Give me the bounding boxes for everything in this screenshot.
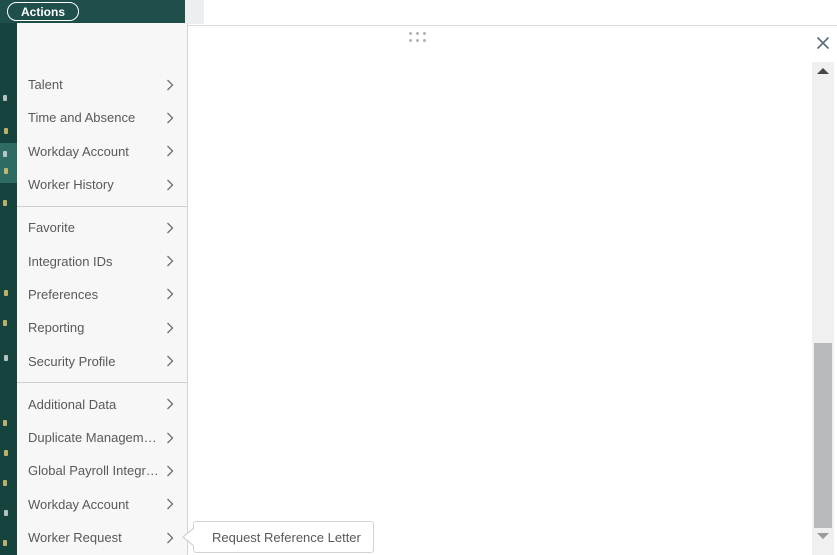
- sidebar-edge-fragment: [3, 320, 7, 326]
- menu-item-label: Integration IDs: [28, 253, 113, 269]
- worker-request-submenu: Request Reference Letter: [182, 521, 374, 553]
- sidebar-edge-fragment: [4, 355, 8, 361]
- close-button[interactable]: [812, 32, 834, 54]
- menu-item-label: Global Payroll Integrati…: [28, 463, 160, 479]
- menu-item-label: Worker History: [28, 177, 114, 193]
- menu-item-worker-history[interactable]: Worker History: [17, 168, 187, 201]
- menu-item-label: Worker Request: [28, 530, 122, 545]
- chevron-right-icon: [166, 498, 174, 510]
- sidebar-highlighted-item: [0, 143, 17, 183]
- top-header-bar: Actions: [0, 0, 185, 23]
- menu-item-workday-account[interactable]: Workday Account: [17, 135, 187, 168]
- scrollbar-thumb[interactable]: [814, 343, 832, 528]
- chevron-right-icon: [166, 432, 174, 444]
- menu-item-label: Duplicate Management: [28, 430, 160, 446]
- menu-item-duplicate-management[interactable]: Duplicate Management: [17, 421, 187, 454]
- drag-handle-icon[interactable]: [409, 32, 426, 42]
- menu-divider: [17, 382, 187, 384]
- sidebar-edge-fragment: [3, 95, 7, 101]
- modal-top-border: [185, 25, 837, 26]
- submenu-arrow-icon: [184, 527, 196, 547]
- sidebar-edge-fragment: [4, 510, 8, 516]
- menu-item-time-and-absence[interactable]: Time and Absence: [17, 101, 187, 134]
- menu-item-label: Additional Data: [28, 396, 117, 412]
- scroll-down-arrow-icon: [817, 533, 829, 539]
- chevron-right-icon: [166, 322, 174, 334]
- actions-button[interactable]: Actions: [7, 2, 80, 21]
- menu-item-label: Preferences: [28, 286, 99, 302]
- scroll-up-arrow-icon: [817, 68, 829, 74]
- sidebar-edge-fragment: [3, 151, 7, 157]
- chevron-right-icon: [166, 255, 174, 267]
- menu-item-talent[interactable]: Talent: [17, 68, 187, 101]
- menu-item-favorite[interactable]: Favorite: [17, 211, 187, 244]
- sidebar-edge-fragment: [3, 480, 7, 486]
- chevron-right-icon: [166, 179, 174, 191]
- chevron-right-icon: [166, 355, 174, 367]
- actions-menu: Talent Time and Absence Workday Account …: [17, 23, 188, 555]
- menu-item-label: Time and Absence: [28, 110, 136, 126]
- sidebar-edge-fragment: [3, 540, 7, 546]
- menu-item-additional-data[interactable]: Additional Data: [17, 388, 187, 421]
- menu-item-label: Workday Account: [28, 143, 129, 159]
- menu-item-label: Security Profile: [28, 353, 116, 369]
- sidebar-edge-fragment: [4, 168, 8, 174]
- scrollbar[interactable]: [812, 62, 834, 555]
- chevron-right-icon: [166, 465, 174, 477]
- menu-item-preferences[interactable]: Preferences: [17, 278, 187, 311]
- menu-item-reporting[interactable]: Reporting: [17, 311, 187, 344]
- sidebar-strip: [0, 23, 17, 555]
- sidebar-edge-fragment: [3, 420, 7, 426]
- chevron-right-icon: [166, 222, 174, 234]
- sidebar-edge-fragment: [3, 200, 7, 206]
- header-tab-spacer: [185, 0, 204, 24]
- menu-item-global-payroll-integrations[interactable]: Global Payroll Integrati…: [17, 454, 187, 487]
- submenu-item-request-reference-letter[interactable]: Request Reference Letter: [194, 522, 373, 552]
- sidebar-edge-fragment: [4, 450, 8, 456]
- menu-item-workday-account-2[interactable]: Workday Account: [17, 488, 187, 521]
- close-icon: [816, 36, 830, 50]
- menu-item-label: Talent: [28, 77, 63, 93]
- menu-item-label: Workday Account: [28, 496, 129, 512]
- chevron-right-icon: [166, 112, 174, 124]
- chevron-right-icon: [166, 79, 174, 91]
- menu-item-security-profile[interactable]: Security Profile: [17, 344, 187, 377]
- chevron-right-icon: [166, 288, 174, 300]
- menu-item-label: Reporting: [28, 320, 85, 336]
- sidebar-edge-fragment: [4, 290, 8, 296]
- menu-item-label: Favorite: [28, 220, 75, 236]
- menu-item-worker-request[interactable]: Worker Request: [17, 521, 187, 554]
- menu-item-integration-ids[interactable]: Integration IDs: [17, 244, 187, 277]
- chevron-right-icon: [166, 398, 174, 410]
- chevron-right-icon: [166, 145, 174, 157]
- menu-divider: [17, 205, 187, 207]
- scroll-down-button[interactable]: [812, 529, 834, 543]
- chevron-right-icon: [166, 532, 174, 544]
- sidebar-edge-fragment: [4, 128, 8, 134]
- scroll-up-button[interactable]: [812, 62, 834, 80]
